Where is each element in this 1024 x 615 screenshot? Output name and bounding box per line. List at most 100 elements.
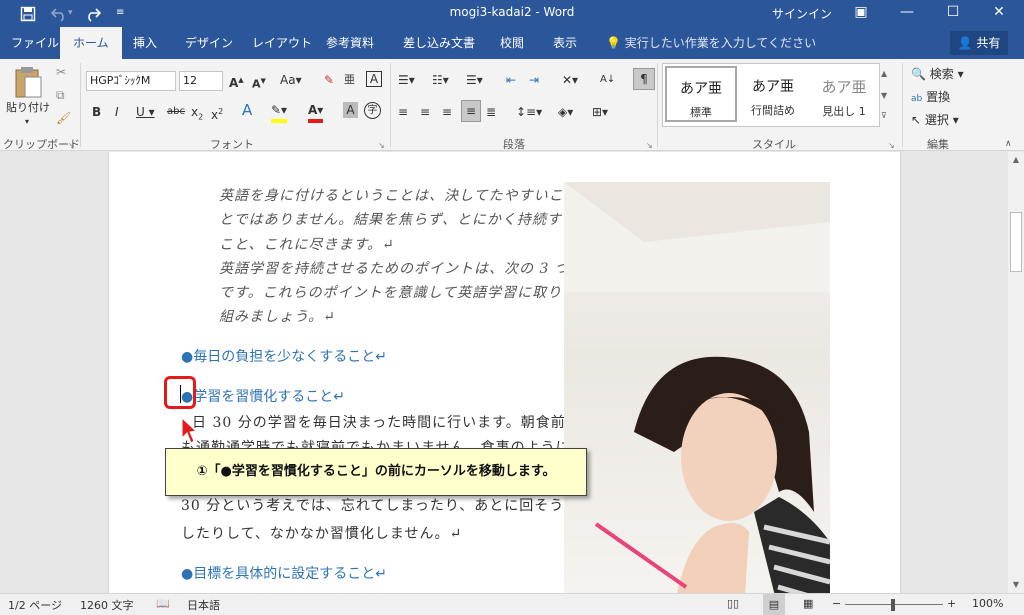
- tab-layout[interactable]: レイアウト: [252, 27, 312, 59]
- tab-home[interactable]: ホーム: [60, 27, 122, 59]
- style-normal[interactable]: あア亜 標準: [665, 66, 737, 122]
- document-page[interactable]: 英語を身に付けるということは、決してたやすいこ とではありません。結果を焦らず、…: [108, 152, 901, 593]
- styles-scroll-down-icon[interactable]: ▼: [881, 87, 887, 105]
- asian-layout-icon[interactable]: ✕▾: [562, 71, 578, 89]
- bullets-icon[interactable]: ☰▾: [398, 71, 415, 89]
- bold-button[interactable]: B: [92, 103, 101, 121]
- tab-file[interactable]: ファイル: [11, 27, 59, 59]
- tab-review[interactable]: 校閲: [500, 27, 524, 59]
- shrink-font-icon[interactable]: A▼: [252, 72, 266, 94]
- style-heading-1[interactable]: あア亜 見出し 1: [808, 66, 880, 122]
- grow-font-icon[interactable]: A▲: [229, 71, 244, 92]
- align-left-icon[interactable]: ≡: [398, 103, 408, 121]
- distributed-icon[interactable]: ≣: [486, 103, 496, 121]
- subscript-button[interactable]: x2: [191, 103, 203, 126]
- web-layout-icon[interactable]: ▦: [803, 597, 813, 610]
- show-formatting-marks-icon[interactable]: ¶: [633, 68, 655, 90]
- maximize-icon[interactable]: ☐: [930, 0, 976, 27]
- decrease-indent-icon[interactable]: ⇤: [506, 71, 516, 89]
- vertical-scrollbar[interactable]: ▲ ▼: [1008, 152, 1024, 593]
- minimize-icon[interactable]: —: [884, 0, 930, 27]
- tab-design[interactable]: デザイン: [185, 27, 233, 59]
- find-button[interactable]: 🔍 検索 ▾: [911, 65, 964, 83]
- align-center-icon[interactable]: ≡: [420, 103, 430, 121]
- signin-link[interactable]: サインイン: [772, 5, 832, 22]
- styles-group-label: スタイル: [752, 138, 796, 151]
- person-icon: 👤: [957, 36, 973, 50]
- superscript-button[interactable]: x2: [211, 103, 223, 124]
- ribbon-tabs: ファイル ホーム 挿入 デザイン レイアウト 参考資料 差し込み文書 校閲 表示…: [0, 27, 1024, 59]
- collapse-ribbon-icon[interactable]: ∧: [1005, 135, 1012, 153]
- ribbon: 貼り付け ▾ ✂ ⧉ 🖌 クリップボード ↘ HGPｺﾞｼｯｸM 12 A▲ A…: [0, 59, 1024, 151]
- ribbon-display-options-icon[interactable]: ▣: [838, 0, 884, 27]
- select-button[interactable]: ↖ 選択 ▾: [911, 111, 959, 129]
- shading-icon[interactable]: ◈▾: [558, 103, 573, 121]
- italic-line: です。これらのポイントを意識して英語学習に取り: [219, 285, 563, 301]
- tab-references[interactable]: 参考資料: [326, 27, 374, 59]
- numbering-icon[interactable]: ☷▾: [432, 71, 449, 89]
- enclose-characters-icon[interactable]: 字: [364, 102, 381, 119]
- body-line: 日 30 分の学習を毎日決まった時間に行います。朝食前で: [192, 415, 581, 431]
- italic-button[interactable]: I: [115, 103, 119, 121]
- character-shading-icon[interactable]: A: [343, 102, 358, 118]
- align-right-icon[interactable]: ≡: [442, 103, 452, 121]
- highlight-color-icon[interactable]: ✎▾: [271, 101, 288, 123]
- borders-icon[interactable]: ⊞▾: [592, 103, 608, 121]
- share-button[interactable]: 👤 共有: [950, 31, 1008, 55]
- paste-icon[interactable]: [13, 65, 43, 99]
- cut-icon[interactable]: ✂: [56, 63, 66, 81]
- scroll-thumb[interactable]: [1010, 212, 1022, 272]
- print-layout-icon[interactable]: ▤: [763, 594, 785, 615]
- copy-icon[interactable]: ⧉: [56, 86, 65, 104]
- close-icon[interactable]: ✕: [976, 0, 1022, 27]
- zoom-in-icon[interactable]: +: [947, 597, 956, 610]
- underline-button[interactable]: U ▾: [136, 103, 155, 121]
- zoom-slider-thumb[interactable]: [891, 599, 895, 611]
- document-area[interactable]: 英語を身に付けるということは、決してたやすいこ とではありません。結果を焦らず、…: [0, 152, 1008, 593]
- word-count[interactable]: 1260 文字: [80, 597, 134, 613]
- phonetic-guide-icon[interactable]: 亜: [344, 71, 355, 89]
- style-no-spacing[interactable]: あア亜 行間詰め: [737, 66, 809, 122]
- increase-indent-icon[interactable]: ⇥: [529, 71, 539, 89]
- font-color-icon[interactable]: A▾: [308, 101, 324, 123]
- language[interactable]: 日本語: [187, 597, 220, 613]
- page-count[interactable]: 1/2 ページ: [8, 597, 62, 613]
- tell-me-label: 実行したい作業を入力してください: [624, 36, 817, 50]
- justify-icon[interactable]: ≡: [461, 100, 481, 122]
- scroll-down-icon[interactable]: ▼: [1008, 577, 1024, 593]
- search-icon: 🔍: [911, 67, 926, 81]
- replace-button[interactable]: ab 置換: [911, 88, 950, 108]
- clear-formatting-icon[interactable]: ✎: [324, 71, 334, 89]
- italic-line: こと、これに尽きます。↵: [219, 237, 395, 253]
- scroll-up-icon[interactable]: ▲: [1008, 152, 1024, 168]
- italic-line: とではありません。結果を焦らず、とにかく持続する: [219, 212, 577, 228]
- heading-daily-burden: ●毎日の負担を少なくすること↵: [181, 349, 387, 365]
- italic-line: 英語を身に付けるということは、決してたやすいこ: [219, 188, 564, 204]
- tab-mailings[interactable]: 差し込み文書: [403, 27, 475, 59]
- text-effects-icon[interactable]: A: [242, 101, 252, 119]
- strikethrough-button[interactable]: abc: [167, 103, 185, 121]
- styles-scroll-up-icon[interactable]: ▲: [881, 65, 887, 83]
- read-mode-icon[interactable]: ▯▯: [727, 597, 739, 610]
- zoom-out-icon[interactable]: −: [832, 597, 841, 610]
- proofing-icon[interactable]: 📖: [156, 597, 170, 610]
- tab-insert[interactable]: 挿入: [133, 27, 157, 59]
- woman-photo[interactable]: [564, 182, 830, 593]
- paste-dropdown-icon[interactable]: ▾: [25, 113, 29, 131]
- italic-line: 組みましょう。↵: [219, 309, 336, 325]
- lightbulb-icon: 💡: [606, 36, 621, 50]
- tell-me-search[interactable]: 💡 実行したい作業を入力してください: [606, 27, 816, 59]
- zoom-level[interactable]: 100%: [972, 597, 1003, 610]
- character-border-icon[interactable]: A: [366, 71, 382, 87]
- replace-label: 置換: [926, 90, 951, 104]
- multilevel-list-icon[interactable]: ☰▾: [466, 71, 483, 89]
- title-bar: ▾ ≡ mogi3-kadai2 - Word サインイン ▣ — ☐ ✕: [0, 0, 1024, 27]
- line-spacing-icon[interactable]: ↕≡▾: [516, 103, 542, 121]
- font-name-select[interactable]: HGPｺﾞｼｯｸM: [86, 71, 176, 91]
- font-size-select[interactable]: 12: [179, 71, 223, 91]
- change-case-icon[interactable]: Aa▾: [280, 71, 302, 89]
- format-painter-icon[interactable]: 🖌: [56, 109, 71, 127]
- tab-view[interactable]: 表示: [553, 27, 577, 59]
- sort-icon[interactable]: A↓: [600, 71, 615, 89]
- styles-more-icon[interactable]: ⊽: [881, 107, 887, 125]
